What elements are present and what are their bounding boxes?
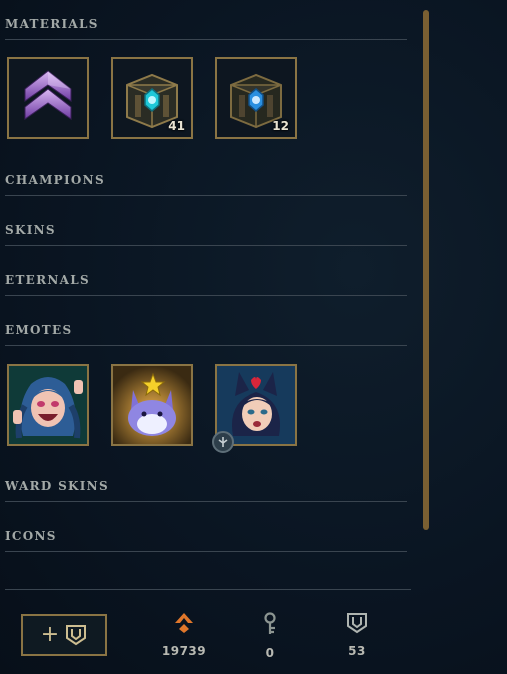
loot-panel: MATERIALS 41 12 CHAMPIONS SKINS ETERNALS…: [0, 0, 420, 674]
section-header-skins[interactable]: SKINS: [5, 215, 407, 246]
currency-value: 0: [265, 646, 275, 660]
section-title: CHAMPIONS: [5, 173, 105, 187]
key-fragment-icon: [264, 612, 276, 634]
section-title: MATERIALS: [5, 17, 99, 31]
section-header-champions[interactable]: CHAMPIONS: [5, 165, 407, 196]
section-header-emotes[interactable]: EMOTES: [5, 315, 407, 346]
section-header-materials[interactable]: MATERIALS: [5, 9, 407, 40]
section-title: WARD SKINS: [5, 479, 109, 493]
item-count: 12: [272, 119, 289, 133]
currency-chests: 53: [327, 612, 387, 658]
plus-glyph: +: [40, 622, 60, 647]
emote-tile-poro[interactable]: [111, 364, 193, 446]
emote-badge-glyph: [218, 437, 228, 447]
material-tile-chest[interactable]: 41: [111, 57, 193, 139]
chest-shield-icon: [66, 625, 87, 646]
section-header-ward-skins[interactable]: WARD SKINS: [5, 471, 407, 502]
section-title: ICONS: [5, 529, 57, 543]
poro-star-emote-icon: [113, 366, 191, 444]
section-title: ETERNALS: [5, 273, 90, 287]
section-title: SKINS: [5, 223, 56, 237]
emotes-row: [7, 364, 307, 453]
currency-blue-essence: 19739: [154, 612, 214, 658]
materials-row: 41 12: [7, 57, 307, 143]
section-header-eternals[interactable]: ETERNALS: [5, 265, 407, 296]
material-tile-chest[interactable]: 12: [215, 57, 297, 139]
jinx-emote-icon: [9, 366, 87, 444]
add-chest-button[interactable]: +: [21, 614, 107, 656]
currency-value: 19739: [161, 644, 207, 658]
item-count: 41: [168, 119, 185, 133]
emote-tile-jinx[interactable]: [7, 364, 89, 446]
currency-value: 53: [348, 644, 366, 658]
section-title: EMOTES: [5, 323, 73, 337]
material-tile-mastery-token[interactable]: [7, 57, 89, 139]
scrollbar-thumb[interactable]: [423, 10, 429, 530]
currency-key-fragments: 0: [240, 612, 300, 660]
orange-essence-icon: [175, 613, 193, 633]
mastery-token-chevron-icon: [9, 59, 87, 137]
chest-shield-icon: [347, 613, 367, 634]
emote-badge-icon: [212, 431, 234, 453]
section-header-icons[interactable]: ICONS: [5, 521, 407, 552]
footer-divider: [5, 589, 411, 590]
